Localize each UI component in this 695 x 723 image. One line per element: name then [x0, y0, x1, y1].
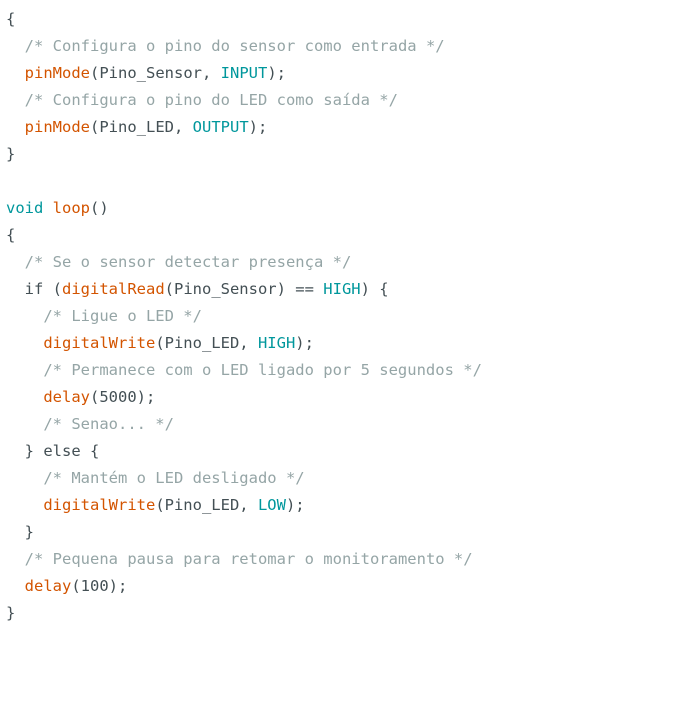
- code-token-constant: HIGH: [257, 334, 296, 352]
- code-line: {: [6, 6, 482, 33]
- code-token-text: (Pino_Sensor,: [90, 64, 221, 82]
- code-token-function: loop: [52, 199, 90, 217]
- code-token-brace: }: [24, 523, 35, 541]
- code-token-comment: /* Permanece com o LED ligado por 5 segu…: [43, 361, 482, 379]
- code-token-brace: }: [6, 604, 16, 622]
- code-token-comment: /* Ligue o LED */: [43, 307, 202, 325]
- code-line: } else {: [6, 438, 482, 465]
- code-token-brace: }: [6, 145, 16, 163]
- code-line: }: [6, 600, 482, 627]
- code-token-text: );: [267, 64, 286, 82]
- code-token-comment: /* Se o sensor detectar presença */: [24, 253, 352, 271]
- code-token-text: (): [90, 199, 109, 217]
- code-token-text: );: [248, 118, 268, 136]
- code-token-constant: LOW: [257, 496, 286, 514]
- code-line: /* Ligue o LED */: [6, 303, 482, 330]
- code-token-comment: /* Mantém o LED desligado */: [43, 469, 305, 487]
- code-line: delay(100);: [6, 573, 482, 600]
- code-line: /* Mantém o LED desligado */: [6, 465, 482, 492]
- code-token-text: (Pino_Sensor) ==: [164, 280, 324, 298]
- code-token-function: digitalRead: [62, 280, 165, 298]
- code-token-function: delay: [43, 388, 90, 406]
- code-line: /* Configura o pino do sensor como entra…: [6, 33, 482, 60]
- code-line: pinMode(Pino_Sensor, INPUT);: [6, 60, 482, 87]
- code-token-function: delay: [24, 577, 72, 595]
- code-line: /* Pequena pausa para retomar o monitora…: [6, 546, 482, 573]
- code-token-brace: {: [6, 226, 16, 244]
- code-line: }: [6, 141, 482, 168]
- code-token-constant: INPUT: [220, 64, 268, 82]
- code-line: digitalWrite(Pino_LED, HIGH);: [6, 330, 482, 357]
- code-line: /* Configura o pino do LED como saída */: [6, 87, 482, 114]
- code-line: void loop(): [6, 195, 482, 222]
- code-line: /* Se o sensor detectar presença */: [6, 249, 482, 276]
- code-line: pinMode(Pino_LED, OUTPUT);: [6, 114, 482, 141]
- code-token-text: (Pino_LED,: [155, 334, 258, 352]
- code-token-text: if (: [6, 280, 62, 298]
- code-token-comment: /* Configura o pino do sensor como entra…: [24, 37, 445, 55]
- code-line: {: [6, 222, 482, 249]
- code-token-text: (5000);: [90, 388, 156, 406]
- code-line: }: [6, 519, 482, 546]
- code-token-comment: /* Configura o pino do LED como saída */: [24, 91, 398, 109]
- code-token-text: (Pino_LED,: [90, 118, 193, 136]
- code-token-brace: {: [6, 10, 16, 28]
- code-token-text: (Pino_LED,: [155, 496, 258, 514]
- code-line: delay(5000);: [6, 384, 482, 411]
- code-token-text: ) {: [360, 280, 389, 298]
- code-token-text: );: [295, 334, 314, 352]
- code-token-text: } else {: [6, 442, 100, 460]
- code-line: if (digitalRead(Pino_Sensor) == HIGH) {: [6, 276, 482, 303]
- code-token-function: digitalWrite: [43, 334, 156, 352]
- code-token-constant: HIGH: [323, 280, 361, 298]
- code-token-text: );: [285, 496, 305, 514]
- code-block: { /* Configura o pino do sensor como ent…: [6, 6, 482, 627]
- code-token-constant: OUTPUT: [192, 118, 249, 136]
- code-token-function: pinMode: [24, 64, 90, 82]
- code-token-text: (100);: [71, 577, 128, 595]
- code-token-comment: /* Senao... */: [43, 415, 174, 433]
- code-token-function: digitalWrite: [43, 496, 156, 514]
- code-token-keyword-type: void: [6, 199, 44, 217]
- code-token-comment: /* Pequena pausa para retomar o monitora…: [24, 550, 473, 568]
- code-line: /* Permanece com o LED ligado por 5 segu…: [6, 357, 482, 384]
- code-line: /* Senao... */: [6, 411, 482, 438]
- code-token-function: pinMode: [24, 118, 90, 136]
- code-line: digitalWrite(Pino_LED, LOW);: [6, 492, 482, 519]
